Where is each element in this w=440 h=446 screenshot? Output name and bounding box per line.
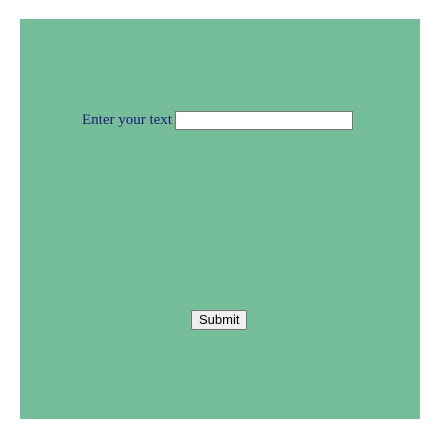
submit-button[interactable]: Submit: [191, 310, 248, 330]
text-input-label: Enter your text: [82, 111, 172, 128]
text-input[interactable]: [174, 110, 353, 130]
form-panel: Enter your text Submit: [20, 19, 420, 419]
text-entry-row: Enter your text: [82, 109, 353, 131]
